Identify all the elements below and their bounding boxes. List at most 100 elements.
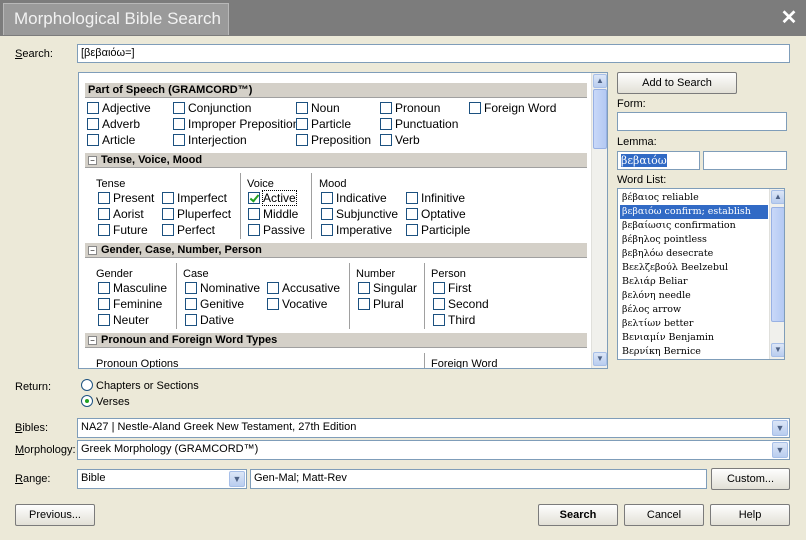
cb-noun[interactable]: Noun <box>296 101 340 115</box>
cb-improper-preposition[interactable]: Improper Preposition <box>173 117 299 131</box>
range-text-input[interactable]: Gen-Mal; Matt-Rev <box>250 469 707 489</box>
custom-range-button[interactable]: Custom... <box>711 468 790 490</box>
checkbox-box[interactable] <box>433 298 445 310</box>
checkbox-box[interactable] <box>267 298 279 310</box>
cb-perfect[interactable]: Perfect <box>162 223 215 237</box>
scroll-down-icon[interactable]: ▼ <box>771 343 784 357</box>
section-pronoun-foreign-word-types[interactable]: − Pronoun and Foreign Word Types <box>85 333 587 348</box>
checkbox-box[interactable] <box>162 192 174 204</box>
checkbox-box[interactable] <box>380 118 392 130</box>
cb-middle[interactable]: Middle <box>248 207 298 221</box>
collapse-icon[interactable]: − <box>88 335 97 345</box>
cb-preposition[interactable]: Preposition <box>296 133 371 147</box>
word-list-item[interactable]: Βερνίκη Bernice <box>620 345 768 359</box>
checkbox-box[interactable] <box>173 102 185 114</box>
cb-dative[interactable]: Dative <box>185 313 234 327</box>
checkbox-box[interactable] <box>173 118 185 130</box>
checkbox-box[interactable] <box>406 192 418 204</box>
cb-foreign-word[interactable]: Foreign Word <box>469 101 556 115</box>
checkbox-box[interactable] <box>98 314 110 326</box>
checkbox-box[interactable] <box>98 208 110 220</box>
cb-present[interactable]: Present <box>98 191 154 205</box>
cb-passive[interactable]: Passive <box>248 223 305 237</box>
word-list-item[interactable]: Βεελζεβούλ Beelzebul <box>620 261 768 275</box>
section-gender-case-number-person[interactable]: − Gender, Case, Number, Person <box>85 243 587 258</box>
collapse-icon[interactable]: − <box>88 245 97 255</box>
word-list-item-selected[interactable]: βεβαιόω confirm; establish <box>620 205 768 219</box>
cb-aorist[interactable]: Aorist <box>98 207 144 221</box>
word-list-item[interactable]: βέβαιος reliable <box>620 191 768 205</box>
checkbox-box[interactable] <box>87 102 99 114</box>
cb-feminine[interactable]: Feminine <box>98 297 162 311</box>
word-list-item[interactable]: βέλος arrow <box>620 303 768 317</box>
word-list-item[interactable]: βεβηλόω desecrate <box>620 247 768 261</box>
checkbox-box[interactable] <box>321 224 333 236</box>
checkbox-box[interactable] <box>406 208 418 220</box>
cb-subjunctive[interactable]: Subjunctive <box>321 207 398 221</box>
word-list-item[interactable]: βεβαίωσις confirmation <box>620 219 768 233</box>
checkbox-box[interactable] <box>98 192 110 204</box>
scroll-thumb[interactable] <box>771 207 784 322</box>
checkbox-box[interactable] <box>98 224 110 236</box>
cb-interjection[interactable]: Interjection <box>173 133 247 147</box>
checkbox-box[interactable] <box>358 282 370 294</box>
cb-vocative[interactable]: Vocative <box>267 297 327 311</box>
checkbox-box[interactable] <box>87 118 99 130</box>
search-input[interactable]: [βεβαιόω=] <box>77 44 790 63</box>
radio-button[interactable] <box>81 379 93 391</box>
checkbox-box[interactable] <box>98 298 110 310</box>
checkbox-box[interactable] <box>469 102 481 114</box>
search-button[interactable]: Search <box>538 504 618 526</box>
checkbox-box[interactable] <box>162 224 174 236</box>
cb-adjective[interactable]: Adjective <box>87 101 151 115</box>
checkbox-box[interactable] <box>433 282 445 294</box>
morphology-select[interactable]: Greek Morphology (GRAMCORD™) ▼ <box>77 440 790 460</box>
chevron-down-icon[interactable]: ▼ <box>229 471 245 487</box>
cb-pluperfect[interactable]: Pluperfect <box>162 207 231 221</box>
checkbox-box[interactable] <box>185 314 197 326</box>
cb-active[interactable]: Active <box>248 190 297 206</box>
checkbox-box[interactable] <box>296 102 308 114</box>
word-list-item[interactable]: Βελιάρ Beliar <box>620 275 768 289</box>
cb-accusative[interactable]: Accusative <box>267 281 340 295</box>
checkbox-box[interactable] <box>98 282 110 294</box>
cb-pronoun[interactable]: Pronoun <box>380 101 440 115</box>
cb-imperfect[interactable]: Imperfect <box>162 191 227 205</box>
checkbox-box[interactable] <box>162 208 174 220</box>
range-select[interactable]: Bible ▼ <box>77 469 247 489</box>
radio-chapters-or-sections[interactable]: Chapters or Sections <box>81 379 199 393</box>
section-tense-voice-mood[interactable]: − Tense, Voice, Mood <box>85 153 587 168</box>
cb-imperative[interactable]: Imperative <box>321 223 392 237</box>
cb-indicative[interactable]: Indicative <box>321 191 387 205</box>
cb-infinitive[interactable]: Infinitive <box>406 191 465 205</box>
scroll-down-icon[interactable]: ▼ <box>593 352 607 366</box>
scroll-up-icon[interactable]: ▲ <box>593 74 607 88</box>
cb-singular[interactable]: Singular <box>358 281 417 295</box>
cb-genitive[interactable]: Genitive <box>185 297 244 311</box>
checkbox-box[interactable] <box>380 134 392 146</box>
radio-button-selected[interactable] <box>81 395 93 407</box>
cb-verb[interactable]: Verb <box>380 133 420 147</box>
help-button[interactable]: Help <box>710 504 790 526</box>
word-list-item[interactable]: Βενιαμίν Benjamin <box>620 331 768 345</box>
checkbox-box[interactable] <box>321 192 333 204</box>
checkbox-box[interactable] <box>433 314 445 326</box>
cb-adverb[interactable]: Adverb <box>87 117 140 131</box>
word-list-scrollbar[interactable]: ▲ ▼ <box>769 189 784 359</box>
lemma-input[interactable]: βεβαιόω <box>617 151 700 170</box>
word-list-item[interactable]: βελόνη needle <box>620 289 768 303</box>
cancel-button[interactable]: Cancel <box>624 504 704 526</box>
cb-particle[interactable]: Particle <box>296 117 351 131</box>
word-list-item[interactable]: βέβηλος pointless <box>620 233 768 247</box>
checkbox-box[interactable] <box>406 224 418 236</box>
cb-optative[interactable]: Optative <box>406 207 466 221</box>
cb-plural[interactable]: Plural <box>358 297 404 311</box>
checkbox-box[interactable] <box>296 118 308 130</box>
checkbox-box[interactable] <box>248 208 260 220</box>
bibles-select[interactable]: NA27 | Nestle-Aland Greek New Testament,… <box>77 418 790 438</box>
section-part-of-speech[interactable]: Part of Speech (GRAMCORD™) <box>85 83 587 98</box>
cb-first[interactable]: First <box>433 281 471 295</box>
checkbox-box[interactable] <box>87 134 99 146</box>
checkbox-box[interactable] <box>185 282 197 294</box>
chevron-down-icon[interactable]: ▼ <box>772 420 788 436</box>
